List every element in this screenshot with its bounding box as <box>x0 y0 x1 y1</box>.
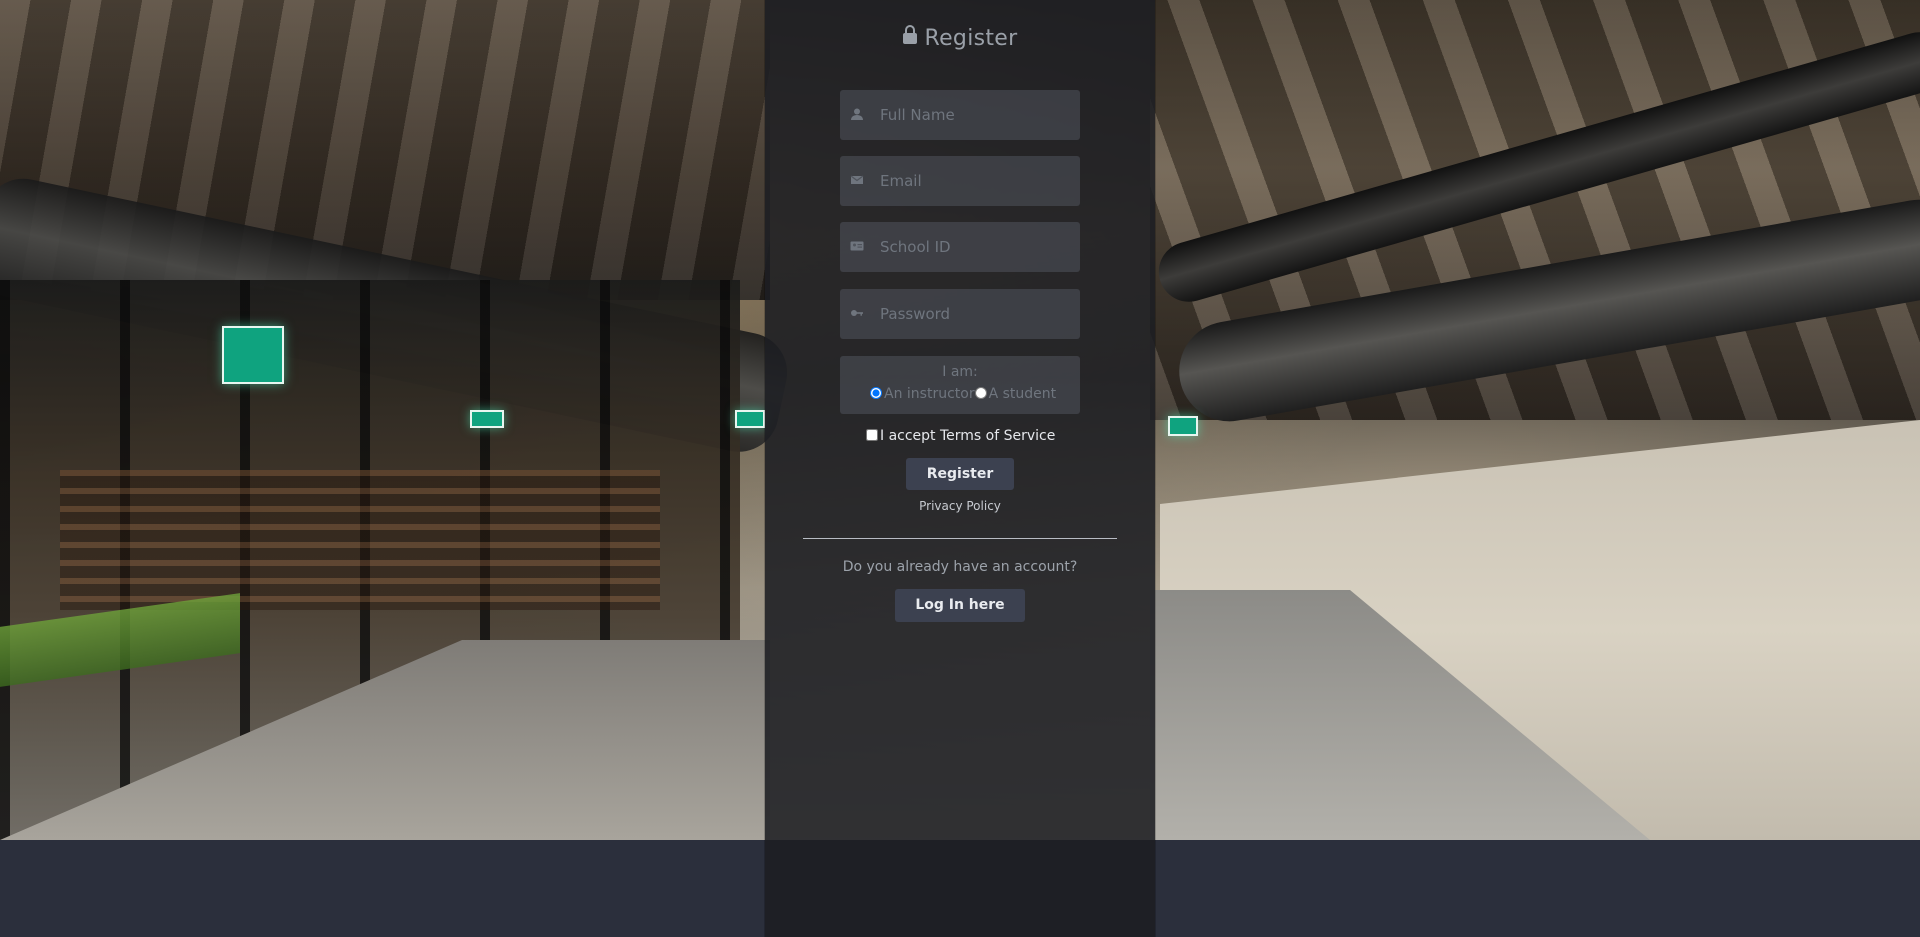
school-id-field[interactable] <box>840 222 1080 272</box>
key-icon <box>850 306 864 320</box>
register-title-text: Register <box>924 26 1018 51</box>
page: Register I am: An instructor A student I … <box>0 0 1920 937</box>
divider <box>803 538 1117 539</box>
email-input[interactable] <box>880 156 1070 206</box>
terms-checkbox-row[interactable]: I accept Terms of Service <box>866 428 1086 444</box>
password-input[interactable] <box>880 289 1070 339</box>
role-options: An instructor A student <box>870 386 1080 402</box>
terms-checkbox[interactable] <box>866 429 878 441</box>
role-label: I am: <box>942 364 978 380</box>
exit-sign-icon <box>222 326 284 384</box>
have-account-text: Do you already have an account? <box>842 559 1078 575</box>
role-option-instructor[interactable]: An instructor <box>870 386 975 402</box>
student-radio[interactable] <box>974 387 987 399</box>
full-name-field[interactable] <box>840 90 1080 140</box>
envelope-icon <box>850 173 864 187</box>
role-selector: I am: An instructor A student <box>840 356 1080 414</box>
email-field[interactable] <box>840 156 1080 206</box>
full-name-input[interactable] <box>880 90 1070 140</box>
exit-sign-icon <box>470 410 504 428</box>
instructor-label: An instructor <box>884 386 975 402</box>
background-shelves <box>60 470 660 610</box>
exit-sign-icon <box>735 410 765 428</box>
password-field[interactable] <box>840 289 1080 339</box>
student-label: A student <box>988 386 1057 402</box>
lock-icon <box>902 25 917 44</box>
login-button[interactable]: Log In here <box>895 589 1025 622</box>
exit-sign-icon <box>1168 416 1198 436</box>
register-button[interactable]: Register <box>906 458 1014 490</box>
id-card-icon <box>850 239 864 253</box>
instructor-radio[interactable] <box>870 387 882 399</box>
terms-label: I accept Terms of Service <box>880 428 1056 444</box>
register-title: Register <box>765 25 1155 51</box>
user-icon <box>850 107 864 121</box>
privacy-policy-link[interactable]: Privacy Policy <box>765 499 1155 513</box>
role-option-student[interactable]: A student <box>974 386 1057 402</box>
school-id-input[interactable] <box>880 222 1070 272</box>
